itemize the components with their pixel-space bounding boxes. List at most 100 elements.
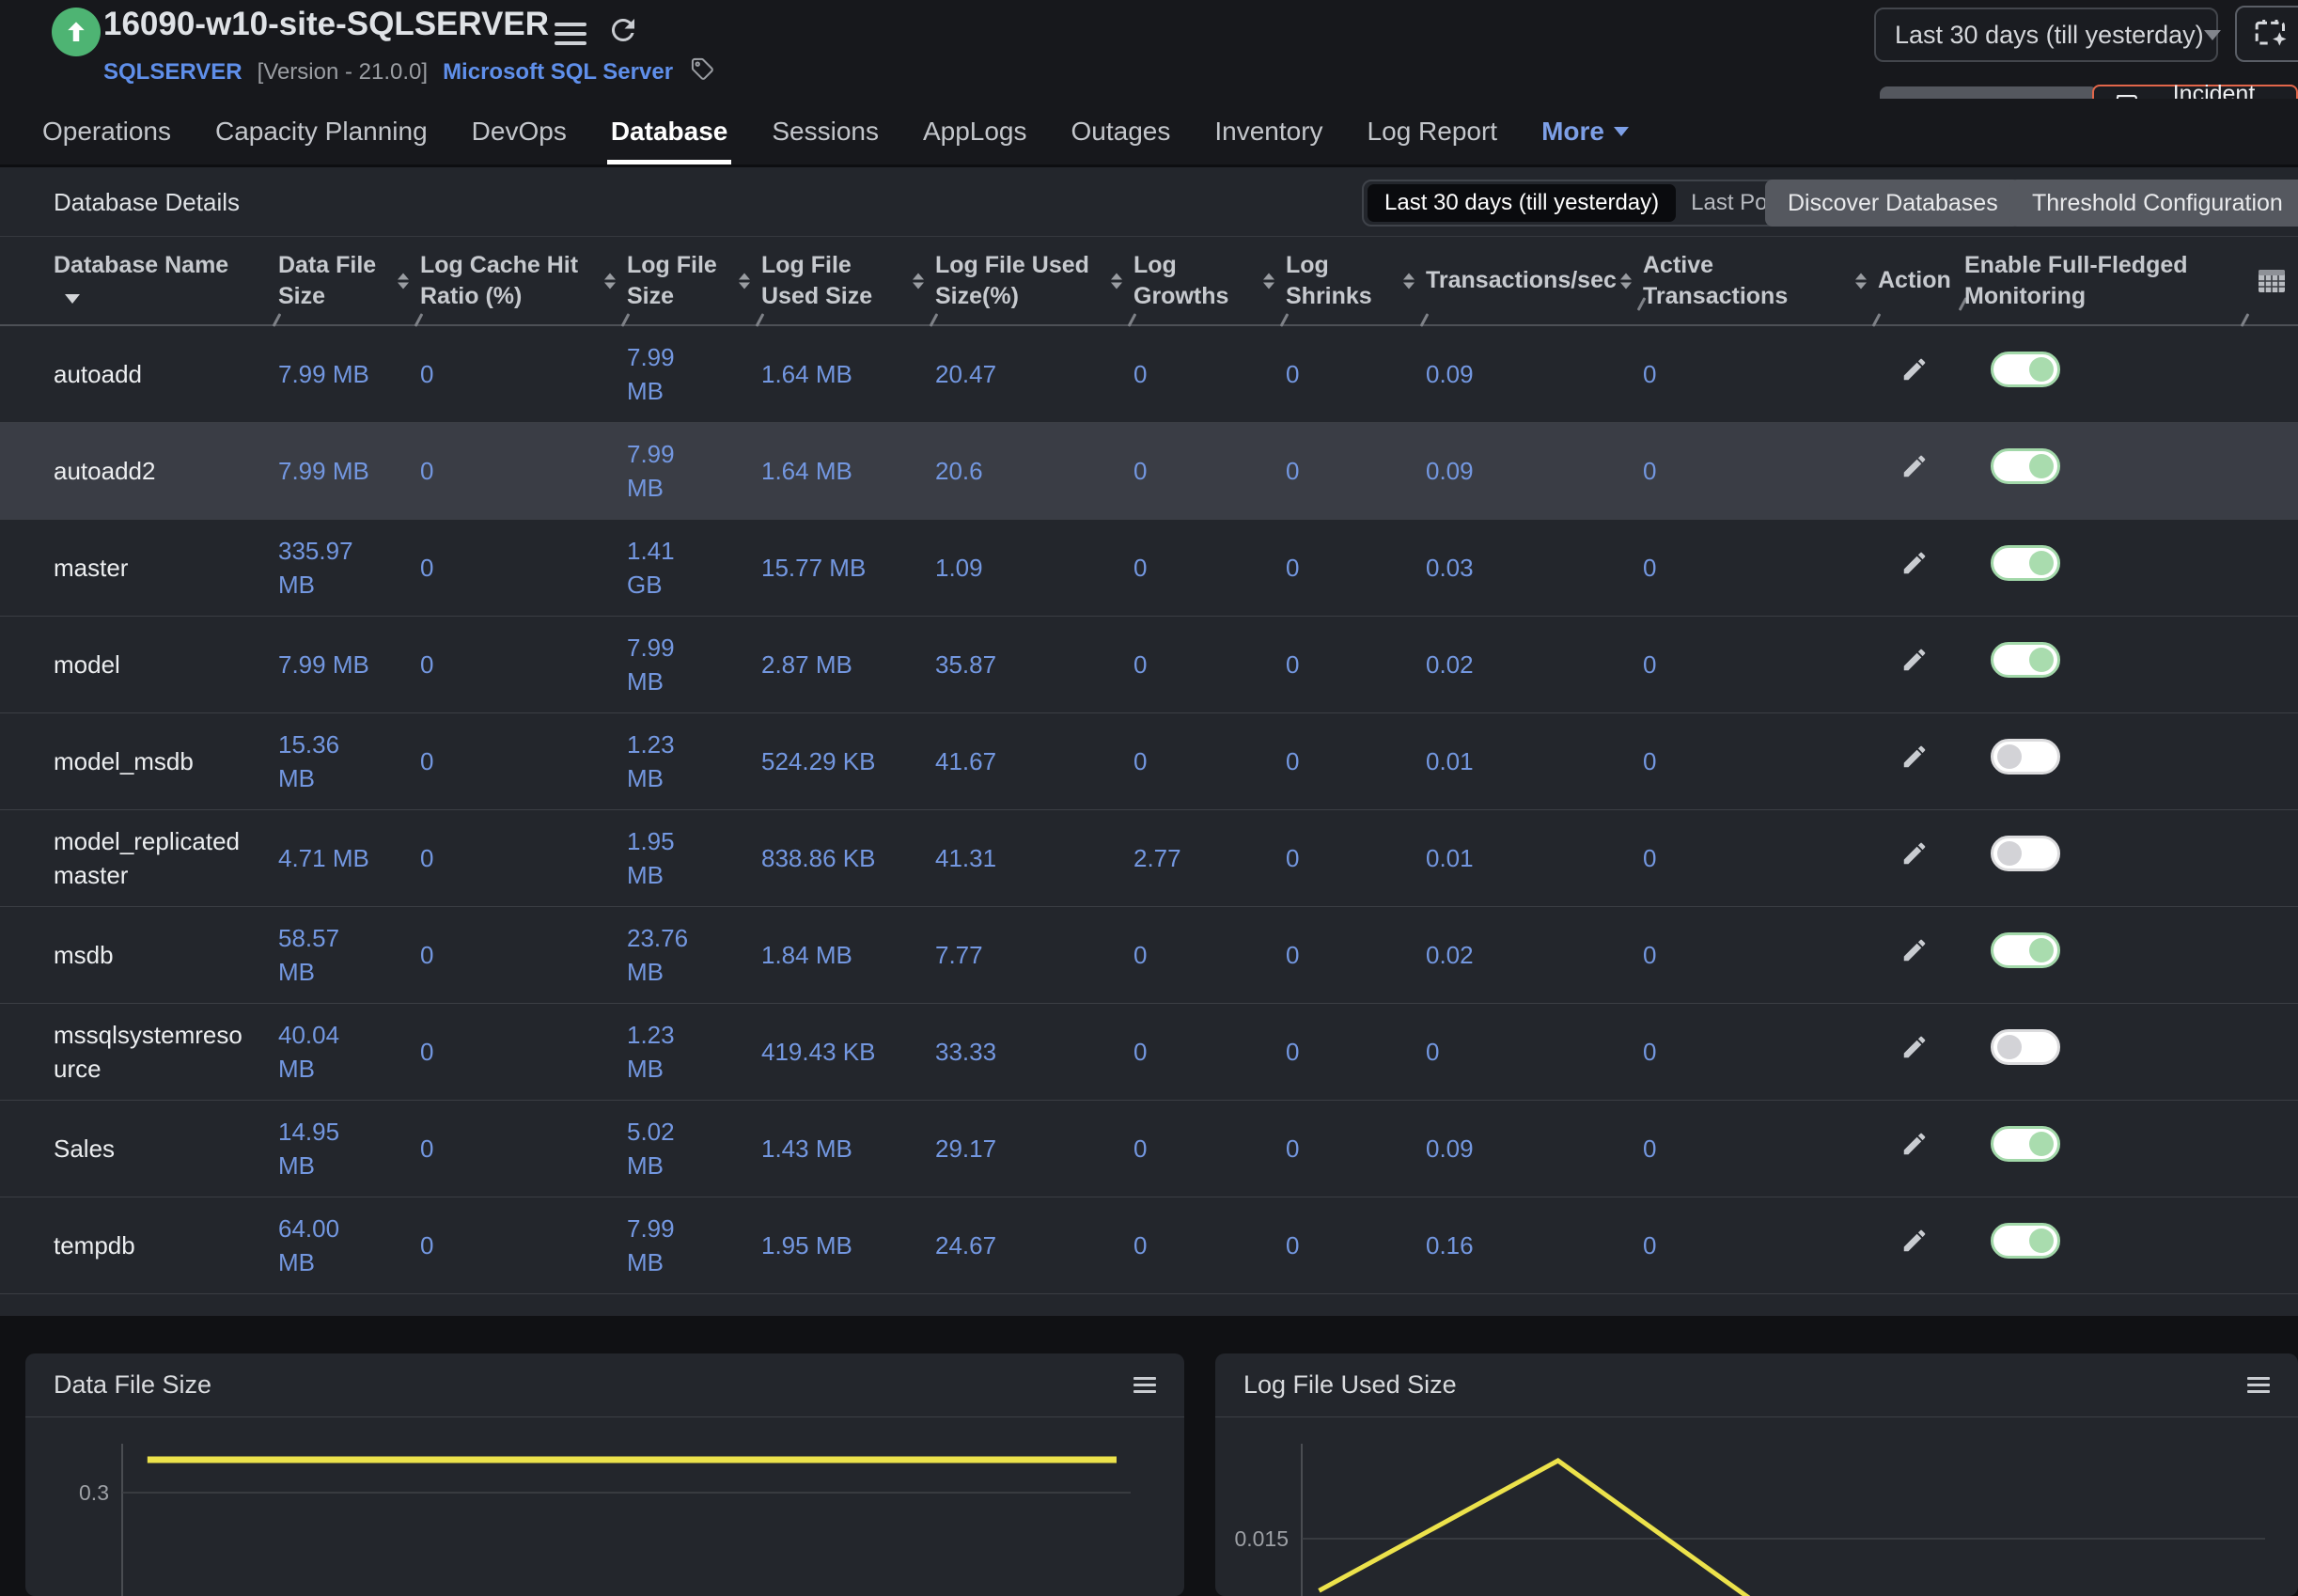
metric-value-log-growths[interactable]: 2.77: [1133, 841, 1286, 875]
metric-value-log-shrinks[interactable]: 0: [1286, 454, 1426, 488]
metric-value-log-file-used-size[interactable]: 1.95 MB: [761, 1228, 935, 1262]
metric-value-log-file-used-size[interactable]: 15.77 MB: [761, 551, 935, 585]
metric-value-log-growths[interactable]: 0: [1133, 938, 1286, 972]
metric-value-log-growths[interactable]: 0: [1133, 648, 1286, 681]
metric-value-log-file-size[interactable]: 1.23 MB: [627, 1018, 761, 1087]
sort-arrows-icon[interactable]: [1855, 273, 1867, 289]
metric-value-log-file-used-size[interactable]: 7.77: [935, 938, 1133, 972]
sort-arrows-icon[interactable]: [1111, 273, 1122, 289]
column-resize-handle[interactable]: [2241, 313, 2250, 327]
metric-value-log-cache-hit-ratio[interactable]: 0: [420, 1035, 627, 1069]
column-resize-handle[interactable]: [1420, 313, 1430, 327]
metric-value-transactions-sec[interactable]: 0.03: [1426, 551, 1643, 585]
metric-value-log-growths[interactable]: 0: [1133, 551, 1286, 585]
edit-pencil-icon[interactable]: [1900, 942, 1929, 970]
metric-value-transactions-sec[interactable]: 0.16: [1426, 1228, 1643, 1262]
metric-value-log-cache-hit-ratio[interactable]: 0: [420, 744, 627, 778]
column-header-active-transactions[interactable]: Active Transactions: [1643, 250, 1878, 312]
chart-menu-icon[interactable]: [2247, 1377, 2270, 1393]
metric-value-transactions-sec[interactable]: 0: [1426, 1035, 1643, 1069]
column-header-log-file-size[interactable]: Log File Size: [627, 250, 761, 312]
metric-value-data-file-size[interactable]: 7.99 MB: [278, 454, 420, 488]
tab-capacity-planning[interactable]: Capacity Planning: [215, 99, 428, 164]
metric-value-active-transactions[interactable]: 0: [1643, 1132, 1878, 1166]
column-header-transactions-sec[interactable]: Transactions/sec: [1426, 265, 1643, 296]
monitor-type-link[interactable]: SQLSERVER: [103, 59, 242, 86]
refresh-icon[interactable]: [606, 13, 640, 47]
full-fledged-monitoring-toggle[interactable]: [1991, 836, 2060, 871]
metric-value-active-transactions[interactable]: 0: [1643, 551, 1878, 585]
column-resize-handle[interactable]: [1872, 313, 1882, 327]
tab-sessions[interactable]: Sessions: [772, 99, 879, 164]
sort-arrows-icon[interactable]: [913, 273, 924, 289]
metric-value-log-cache-hit-ratio[interactable]: 0: [420, 454, 627, 488]
full-fledged-monitoring-toggle[interactable]: [1991, 1223, 2060, 1259]
metric-value-log-file-used-size[interactable]: 1.64 MB: [761, 454, 935, 488]
metric-value-log-shrinks[interactable]: 0: [1286, 744, 1426, 778]
hamburger-menu-icon[interactable]: [555, 23, 586, 45]
metric-value-log-growths[interactable]: 0: [1133, 1132, 1286, 1166]
metric-value-log-file-used-size[interactable]: 20.6: [935, 454, 1133, 488]
metric-value-log-file-size[interactable]: 7.99 MB: [627, 1212, 761, 1280]
full-fledged-monitoring-toggle[interactable]: [1991, 739, 2060, 775]
metric-value-active-transactions[interactable]: 0: [1643, 648, 1878, 681]
tag-icon[interactable]: [690, 56, 715, 88]
metric-value-log-cache-hit-ratio[interactable]: 0: [420, 648, 627, 681]
column-resize-handle[interactable]: [1128, 313, 1137, 327]
metric-value-transactions-sec[interactable]: 0.02: [1426, 648, 1643, 681]
metric-value-data-file-size[interactable]: 14.95 MB: [278, 1115, 420, 1183]
edit-pencil-icon[interactable]: [1900, 1232, 1929, 1260]
metric-value-transactions-sec[interactable]: 0.09: [1426, 357, 1643, 391]
edit-pencil-icon[interactable]: [1900, 1135, 1929, 1164]
column-resize-handle[interactable]: [414, 313, 424, 327]
time-mode-selected[interactable]: Last 30 days (till yesterday): [1368, 184, 1676, 222]
metric-value-log-file-size[interactable]: 1.95 MB: [627, 824, 761, 893]
metric-value-log-file-used-size[interactable]: 524.29 KB: [761, 744, 935, 778]
edit-pencil-icon[interactable]: [1900, 361, 1929, 389]
metric-value-log-shrinks[interactable]: 0: [1286, 1132, 1426, 1166]
edit-pencil-icon[interactable]: [1900, 1039, 1929, 1067]
full-fledged-monitoring-toggle[interactable]: [1991, 1126, 2060, 1162]
time-range-dropdown[interactable]: Last 30 days (till yesterday): [1874, 8, 2218, 62]
metric-value-log-shrinks[interactable]: 0: [1286, 938, 1426, 972]
metric-value-data-file-size[interactable]: 15.36 MB: [278, 728, 420, 796]
sort-arrows-icon[interactable]: [1403, 273, 1415, 289]
metric-value-data-file-size[interactable]: 40.04 MB: [278, 1018, 420, 1087]
metric-value-log-cache-hit-ratio[interactable]: 0: [420, 357, 627, 391]
column-resize-handle[interactable]: [273, 313, 282, 327]
metric-value-log-file-used-size[interactable]: 1.09: [935, 551, 1133, 585]
tab-applogs[interactable]: AppLogs: [923, 99, 1027, 164]
metric-value-log-file-used-size[interactable]: 33.33: [935, 1035, 1133, 1069]
metric-value-log-file-used-size[interactable]: 1.64 MB: [761, 357, 935, 391]
threshold-configuration-button[interactable]: Threshold Configuration: [2009, 180, 2298, 227]
metric-value-log-file-size[interactable]: 1.23 MB: [627, 728, 761, 796]
metric-value-log-growths[interactable]: 0: [1133, 744, 1286, 778]
metric-value-log-growths[interactable]: 0: [1133, 357, 1286, 391]
column-header-log-shrinks[interactable]: Log Shrinks: [1286, 250, 1426, 312]
column-resize-handle[interactable]: [756, 313, 765, 327]
metric-value-log-cache-hit-ratio[interactable]: 0: [420, 841, 627, 875]
column-header-log-file-used-size[interactable]: Log File Used Size: [761, 250, 935, 312]
metric-value-active-transactions[interactable]: 0: [1643, 1035, 1878, 1069]
metric-value-active-transactions[interactable]: 0: [1643, 357, 1878, 391]
metric-value-log-file-used-size[interactable]: 20.47: [935, 357, 1133, 391]
metric-value-log-file-used-size[interactable]: 29.17: [935, 1132, 1133, 1166]
metric-value-data-file-size[interactable]: 4.71 MB: [278, 841, 420, 875]
metric-value-log-file-used-size[interactable]: 35.87: [935, 648, 1133, 681]
metric-value-log-file-size[interactable]: 1.41 GB: [627, 534, 761, 602]
metric-value-active-transactions[interactable]: 0: [1643, 454, 1878, 488]
metric-value-log-cache-hit-ratio[interactable]: 0: [420, 1228, 627, 1262]
metric-value-log-growths[interactable]: 0: [1133, 1035, 1286, 1069]
sort-arrows-icon[interactable]: [1263, 273, 1274, 289]
tab-devops[interactable]: DevOps: [472, 99, 567, 164]
full-fledged-monitoring-toggle[interactable]: [1991, 642, 2060, 678]
metric-value-active-transactions[interactable]: 0: [1643, 1228, 1878, 1262]
sort-arrows-icon[interactable]: [1620, 273, 1632, 289]
metric-value-data-file-size[interactable]: 335.97 MB: [278, 534, 420, 602]
metric-value-active-transactions[interactable]: 0: [1643, 744, 1878, 778]
full-fledged-monitoring-toggle[interactable]: [1991, 1029, 2060, 1065]
metric-value-log-file-used-size[interactable]: 838.86 KB: [761, 841, 935, 875]
full-fledged-monitoring-toggle[interactable]: [1991, 932, 2060, 968]
sort-arrows-icon[interactable]: [604, 273, 616, 289]
metric-value-log-shrinks[interactable]: 0: [1286, 841, 1426, 875]
